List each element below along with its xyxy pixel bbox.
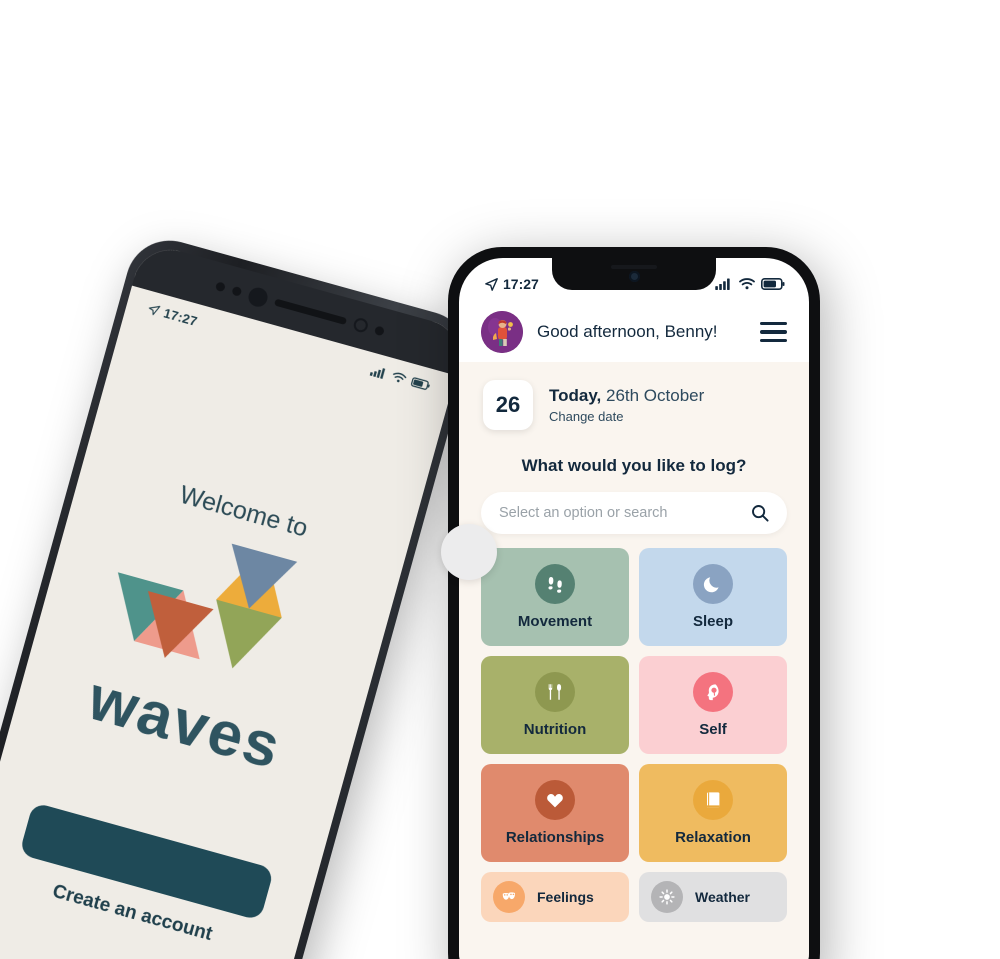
log-card-label: Nutrition	[523, 721, 587, 738]
signal-bars-icon	[715, 278, 730, 290]
log-card-label: Self	[699, 721, 727, 738]
front-camera-icon	[628, 270, 640, 282]
moon-icon-wrapper	[693, 564, 733, 604]
log-card-weather[interactable]: Weather	[639, 872, 787, 922]
search-input[interactable]	[499, 505, 751, 521]
log-category-grid: Movement Sleep Nutrition Self Relationship…	[481, 548, 787, 922]
date-value: 26th October	[601, 386, 705, 405]
navigation-arrow-icon	[485, 277, 498, 291]
head-thought-icon-wrapper	[693, 672, 733, 712]
battery-icon	[761, 278, 785, 290]
theatre-masks-icon	[502, 892, 515, 900]
moon-icon	[703, 577, 719, 593]
date-day-number: 26	[483, 380, 533, 430]
wifi-icon	[739, 278, 755, 290]
log-card-sleep[interactable]: Sleep	[639, 548, 787, 646]
camera-ring-icon	[352, 316, 370, 334]
log-card-relationships[interactable]: Relationships	[481, 764, 629, 862]
front-camera-icon	[246, 285, 270, 309]
burger-line	[760, 321, 787, 326]
heart-icon-wrapper	[535, 780, 575, 820]
user-avatar[interactable]	[481, 311, 523, 353]
iphone-screen: 17:27 Good afternoon, Benny! 26 Today, 2…	[459, 258, 809, 959]
book-icon-wrapper	[693, 780, 733, 820]
screenshot-stage: 17:27 Welcome to waves Create an account…	[0, 0, 1000, 959]
heart-icon	[547, 794, 563, 808]
sensor-dot-icon	[215, 280, 227, 292]
iphone-device: 17:27 Good afternoon, Benny! 26 Today, 2…	[448, 247, 820, 959]
search-bar[interactable]	[481, 492, 787, 534]
book-icon	[707, 792, 720, 808]
cutlery-icon	[548, 684, 562, 700]
log-card-nutrition[interactable]: Nutrition	[481, 656, 629, 754]
sun-icon	[659, 889, 675, 905]
log-card-label: Weather	[695, 889, 750, 905]
avatar-illustration	[481, 311, 523, 353]
footprints-icon-wrapper	[535, 564, 575, 604]
log-card-label: Movement	[517, 613, 593, 630]
date-card[interactable]: 26 Today, 26th October Change date	[481, 376, 787, 442]
footprints-icon	[548, 577, 562, 593]
wifi-icon	[393, 372, 407, 382]
signal-bars-icon	[369, 367, 386, 379]
greeting-text: Good afternoon, Benny!	[537, 322, 718, 341]
head-thought-icon	[707, 684, 719, 701]
iphone-app-header: Good afternoon, Benny!	[459, 302, 809, 362]
cutlery-icon-wrapper	[535, 672, 575, 712]
log-card-label: Feelings	[537, 889, 594, 905]
log-card-label: Relaxation	[675, 829, 751, 846]
battery-icon	[411, 376, 430, 390]
hamburger-menu-icon[interactable]	[760, 321, 787, 343]
navigation-arrow-icon	[148, 305, 161, 315]
search-icon[interactable]	[751, 504, 769, 522]
theatre-masks-icon-wrapper	[493, 881, 525, 913]
log-card-self[interactable]: Self	[639, 656, 787, 754]
earpiece-speaker	[274, 298, 348, 325]
android-status-time: 17:27	[162, 304, 200, 329]
log-card-relaxation[interactable]: Relaxation	[639, 764, 787, 862]
iphone-status-time: 17:27	[503, 276, 539, 292]
log-prompt-heading: What would you like to log?	[521, 456, 747, 475]
floating-circle-decoration	[441, 524, 497, 580]
burger-line	[760, 338, 787, 343]
iphone-notch	[552, 258, 716, 290]
iphone-content: 26 Today, 26th October Change date What …	[459, 362, 809, 959]
earpiece-speaker	[611, 265, 657, 269]
log-card-feelings[interactable]: Feelings	[481, 872, 629, 922]
date-label: Today, 26th October	[549, 386, 704, 406]
change-date-link[interactable]: Change date	[549, 409, 704, 424]
burger-line	[760, 330, 787, 334]
log-card-movement[interactable]: Movement	[481, 548, 629, 646]
sensor-dot-icon	[374, 324, 386, 336]
today-label: Today,	[549, 386, 602, 405]
sensor-dot-icon	[231, 285, 243, 297]
log-card-label: Relationships	[505, 829, 605, 846]
log-card-label: Sleep	[692, 613, 734, 630]
sun-icon-wrapper	[651, 881, 683, 913]
